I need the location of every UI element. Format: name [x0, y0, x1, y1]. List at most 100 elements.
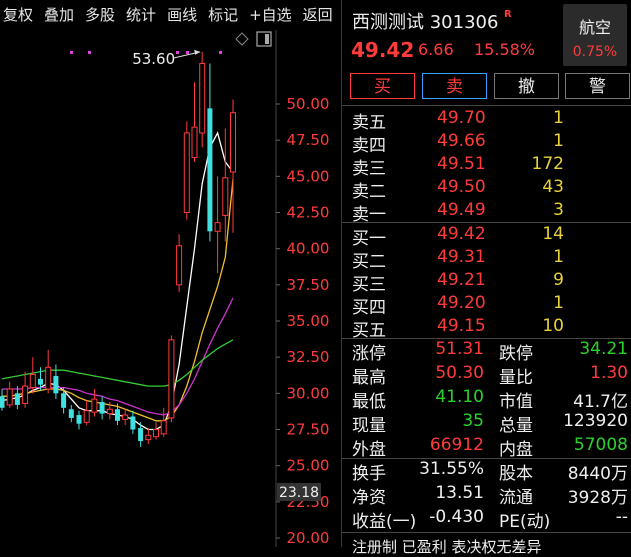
price-alert-button[interactable]: 警 [565, 73, 630, 99]
ask-row[interactable]: 卖二 49.50 43 [342, 177, 631, 202]
ask-row[interactable]: 卖三 49.51 172 [342, 154, 631, 179]
candle-body [22, 385, 29, 404]
ask-row[interactable]: 卖五 49.70 1 [342, 108, 631, 133]
stats-row: 现量 35 总量 123920 [342, 411, 631, 436]
level-label: 买三 [352, 275, 386, 295]
stat-label: 股本 [499, 464, 533, 484]
level-volume: 1 [553, 131, 564, 151]
toolbar-add-watchlist-button[interactable]: +自选 [246, 0, 295, 30]
price-axis-tick: 30.00 [287, 384, 330, 402]
level-price: 49.51 [437, 154, 486, 174]
candle-body [145, 434, 152, 441]
price-axis-tick: 47.50 [287, 131, 330, 149]
level-label: 卖二 [352, 182, 386, 202]
level-volume: 14 [542, 224, 564, 244]
stat-value: 35 [462, 411, 484, 431]
level-price: 49.49 [437, 200, 486, 220]
price-axis-tick: 42.50 [287, 204, 330, 222]
level-price: 49.66 [437, 131, 486, 151]
ask-row[interactable]: 卖四 49.66 1 [342, 131, 631, 156]
candle-body [176, 245, 183, 286]
stat-value: 50.30 [435, 363, 484, 383]
stat-value: 13.51 [435, 483, 484, 503]
candle-body [68, 409, 74, 418]
registration-badge: R [504, 9, 512, 20]
level-price: 49.50 [437, 177, 486, 197]
toolbar-multi-stock-button[interactable]: 多股 [82, 0, 118, 30]
candle-body [222, 177, 229, 216]
level-volume: 1 [553, 293, 564, 313]
stats-row: 收益(一) -0.430 PE(动) -- [342, 507, 631, 532]
candle-body [207, 108, 213, 232]
stat-value: 41.7亿 [573, 392, 628, 412]
price-change: 6.66 [418, 40, 454, 59]
price-axis-tick: 37.50 [287, 276, 330, 294]
last-price: 49.42 [351, 38, 415, 62]
price-axis-tick: 40.00 [287, 240, 330, 258]
stat-label: 涨停 [352, 344, 386, 364]
chart-toolbar: 复权 叠加 多股 统计 画线 标记 +自选 返回 [0, 0, 340, 30]
stats-row: 最低 41.10 市值 41.7亿 [342, 387, 631, 412]
toolbar-draw-line-button[interactable]: 画线 [164, 0, 200, 30]
toolbar-statistics-button[interactable]: 统计 [123, 0, 159, 30]
stat-value: 66912 [429, 435, 484, 455]
stat-value: 3928万 [567, 488, 628, 508]
price-axis-tick: 32.50 [287, 348, 330, 366]
level-label: 买二 [352, 252, 386, 272]
stat-label: 现量 [352, 416, 386, 436]
sector-tile[interactable]: 航空 0.75% [563, 4, 627, 66]
event-marker-dot [88, 51, 91, 54]
quote-panel: 西测测试 301306 R 49.42 6.66 15.58% 航空 0.75%… [341, 0, 631, 556]
level-price: 49.31 [437, 247, 486, 267]
high-annotation-label: 53.60 [132, 50, 175, 68]
stat-label: 量比 [499, 368, 533, 388]
sector-name: 航空 [578, 18, 611, 37]
level-price: 49.15 [437, 316, 486, 336]
toolbar-mark-button[interactable]: 标记 [205, 0, 241, 30]
candle-body [230, 112, 236, 173]
candle-body [61, 393, 67, 408]
event-marker-dot [70, 51, 73, 54]
candle-body [29, 374, 36, 389]
candle-body [214, 222, 221, 232]
level-volume: 1 [553, 108, 564, 128]
bid-row[interactable]: 买二 49.31 1 [342, 247, 631, 272]
toolbar-restore-rights-button[interactable]: 复权 [0, 0, 36, 30]
candle-body [122, 414, 129, 420]
sell-button[interactable]: 卖 [422, 73, 487, 99]
stat-value: -0.430 [429, 507, 484, 527]
candle-body [130, 416, 136, 430]
stats-row: 净资 13.51 流通 3928万 [342, 483, 631, 508]
stat-value: 51.31 [435, 339, 484, 359]
stat-label: 收益(一) [352, 512, 417, 532]
stats-row: 最高 50.30 量比 1.30 [342, 363, 631, 388]
toolbar-overlay-button[interactable]: 叠加 [41, 0, 77, 30]
bid-row[interactable]: 买四 49.20 1 [342, 293, 631, 318]
candle-body [45, 366, 52, 390]
buy-button[interactable]: 买 [350, 73, 415, 99]
kline-chart[interactable]: 50.00 47.50 45.00 42.50 40.00 37.50 35.00 32.50… [0, 30, 340, 547]
toolbar-back-button[interactable]: 返回 [300, 0, 336, 30]
bid-row[interactable]: 买三 49.21 9 [342, 270, 631, 295]
divider [342, 532, 631, 533]
event-marker-dot [186, 51, 189, 54]
candle-body [53, 375, 59, 394]
level-label: 卖五 [352, 113, 386, 133]
ask-row[interactable]: 卖一 49.49 3 [342, 200, 631, 225]
stat-value: 31.55% [419, 459, 484, 479]
level-volume: 1 [553, 247, 564, 267]
price-axis-tick: 45.00 [287, 167, 330, 185]
stat-label: 换手 [352, 464, 386, 484]
bid-row[interactable]: 买五 49.15 10 [342, 316, 631, 341]
stat-value: 8440万 [567, 464, 628, 484]
stat-value: -- [615, 507, 628, 527]
cancel-order-button[interactable]: 撤 [494, 73, 559, 99]
candle-body [191, 126, 198, 159]
bid-row[interactable]: 买一 49.42 14 [342, 224, 631, 249]
price-axis-tick: 20.00 [287, 529, 330, 547]
moving-average-line [2, 297, 234, 416]
stat-label: 总量 [499, 416, 533, 436]
candle-body [153, 429, 159, 438]
moving-average-line [1, 131, 234, 431]
current-price-label: 23.18 [279, 485, 319, 501]
